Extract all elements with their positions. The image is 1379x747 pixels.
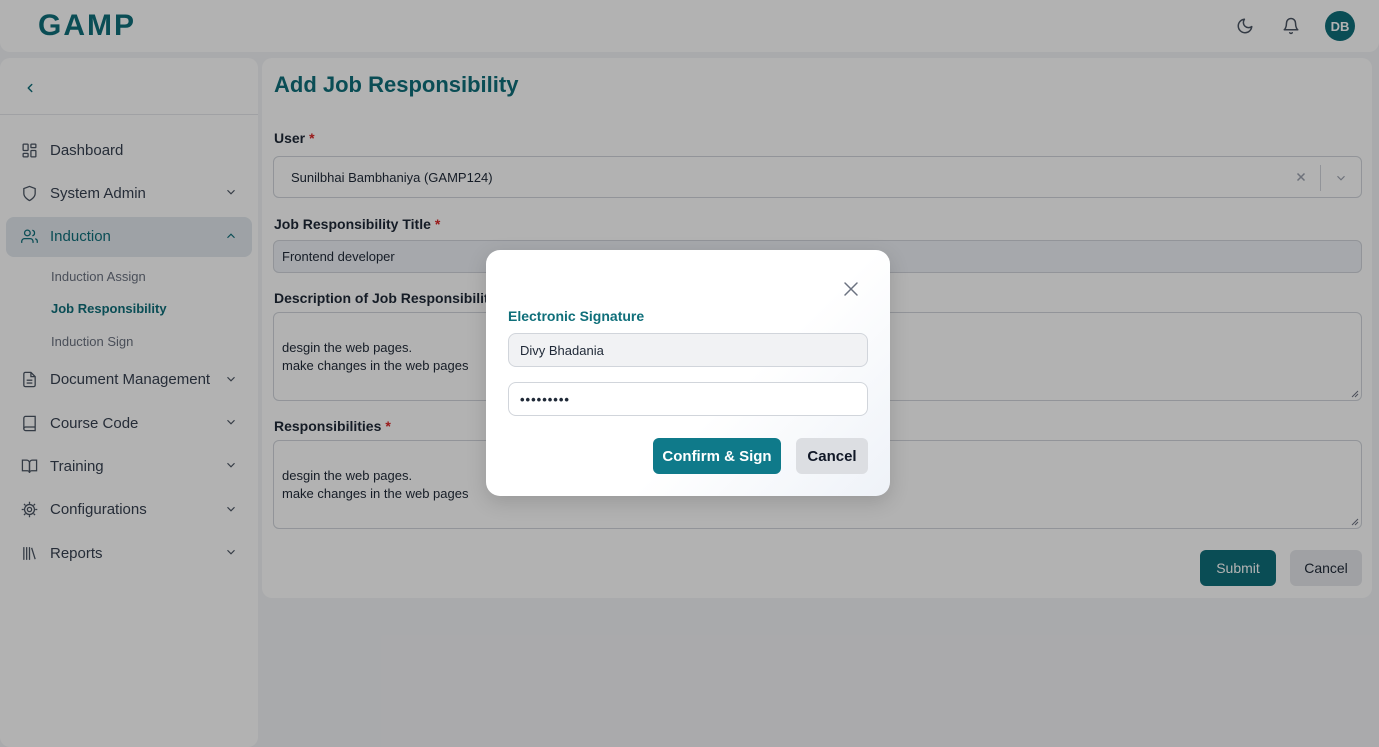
- password-field[interactable]: •••••••••: [508, 382, 868, 416]
- close-icon[interactable]: [840, 278, 862, 300]
- modal-title: Electronic Signature: [508, 308, 645, 324]
- confirm-sign-button[interactable]: Confirm & Sign: [653, 438, 781, 474]
- signer-name-field[interactable]: Divy Bhadania: [508, 333, 868, 367]
- electronic-signature-modal: Electronic Signature Divy Bhadania •••••…: [486, 250, 890, 496]
- modal-cancel-button[interactable]: Cancel: [796, 438, 868, 474]
